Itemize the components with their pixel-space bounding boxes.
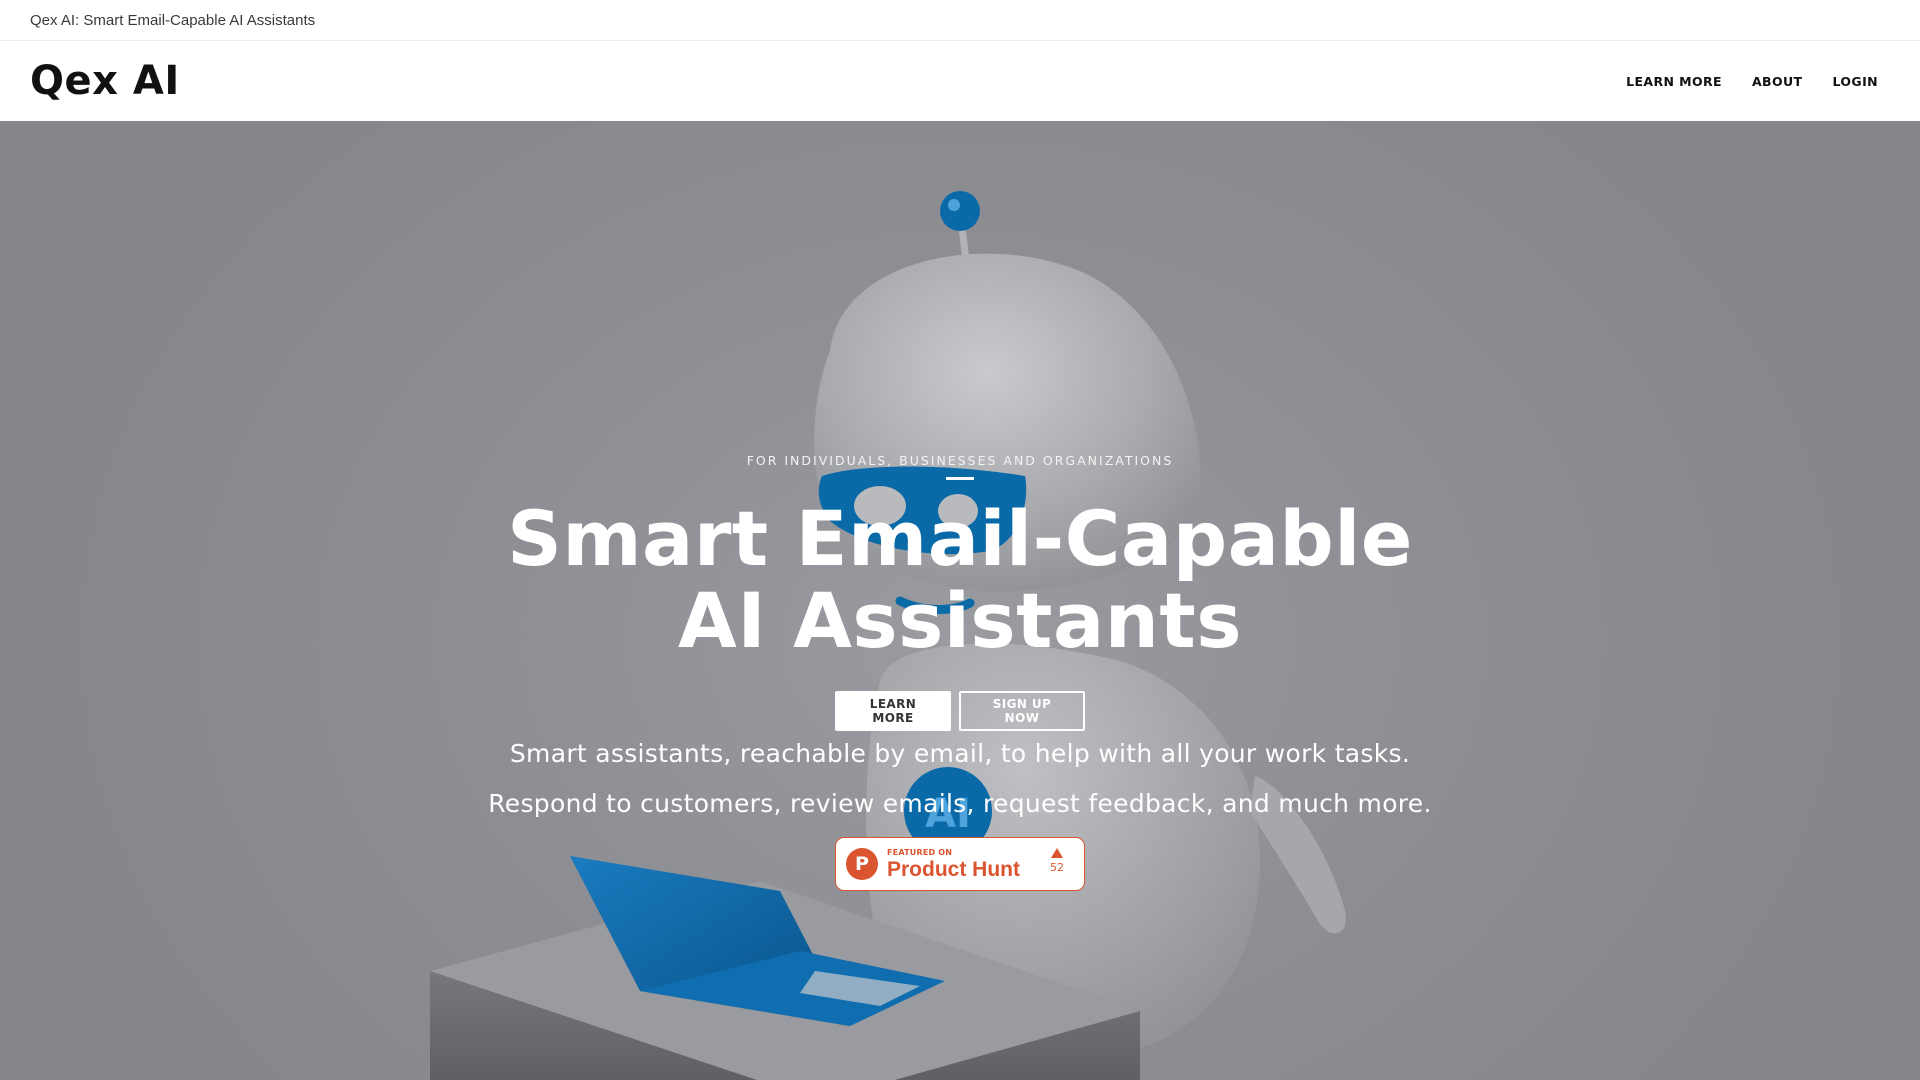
main-nav: LEARN MORE ABOUT LOGIN (1626, 74, 1878, 89)
featured-on-label: FEATURED ON (887, 847, 953, 857)
site-title-bar: Qex AI: Smart Email-Capable AI Assistant… (0, 0, 1920, 41)
learn-more-button[interactable]: LEARN MORE (835, 691, 951, 731)
headline-line-2: AI Assistants (678, 576, 1242, 665)
product-hunt-text: FEATURED ON Product Hunt (887, 847, 1020, 881)
hero-content: FOR INDIVIDUALS, BUSINESSES AND ORGANIZA… (0, 121, 1920, 1080)
site-header: Qex AI LEARN MORE ABOUT LOGIN (0, 41, 1920, 121)
upvote-arrow-icon (1051, 848, 1063, 858)
hero-buttons: LEARN MORE SIGN UP NOW (0, 691, 1920, 731)
upvote-number: 52 (1050, 861, 1064, 874)
site-title-text: Qex AI: Smart Email-Capable AI Assistant… (30, 11, 316, 29)
nav-about[interactable]: ABOUT (1752, 74, 1803, 89)
product-hunt-badge[interactable]: P FEATURED ON Product Hunt 52 (835, 837, 1085, 891)
product-hunt-logo-icon: P (846, 848, 878, 880)
sign-up-button[interactable]: SIGN UP NOW (959, 691, 1085, 731)
headline-line-1: Smart Email-Capable (507, 494, 1413, 583)
nav-login[interactable]: LOGIN (1832, 74, 1878, 89)
upvote-count: 52 (1050, 848, 1064, 873)
site-logo[interactable]: Qex AI (30, 58, 180, 104)
hero-section: AI FOR INDIVIDUALS, BUSINESSES AND ORGAN… (0, 121, 1920, 1080)
product-hunt-label: Product Hunt (887, 857, 1020, 881)
eyebrow-divider (946, 477, 974, 480)
hero-headline: Smart Email-Capable AI Assistants (0, 498, 1920, 662)
hero-subtitle-2: Respond to customers, review emails, req… (488, 789, 1432, 818)
hero-subtitle-1: Smart assistants, reachable by email, to… (509, 739, 1411, 768)
nav-learn-more[interactable]: LEARN MORE (1626, 74, 1722, 89)
hero-eyebrow: FOR INDIVIDUALS, BUSINESSES AND ORGANIZA… (746, 453, 1174, 468)
